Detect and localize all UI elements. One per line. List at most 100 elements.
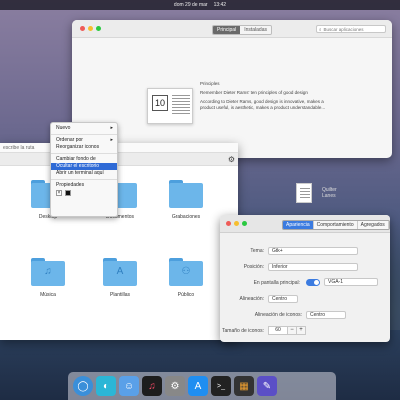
chevron-right-icon: ▸ (110, 137, 113, 143)
desktop-context-menu: Nuevo ▸ Ordenar por ▸ Reorganizar iconos… (50, 122, 118, 217)
dock-settings-window: Apariencia Comportamiento Agregados Tema… (220, 215, 390, 342)
tab-agregados[interactable]: Agregados (357, 221, 389, 229)
maximize-button[interactable] (96, 26, 101, 31)
menu-item-terminal[interactable]: Abrir un terminal aquí (51, 170, 117, 177)
app-banner-image[interactable]: 10 (147, 88, 193, 124)
theme-select[interactable]: Gtk+ (268, 247, 358, 255)
menu-separator (51, 134, 117, 135)
menu-item-propiedades[interactable]: Propiedades (51, 182, 117, 189)
alignment-select[interactable]: Centro (268, 295, 298, 303)
file-manager-window: escribe la ruta ⚙ Desktop Documentos Gra… (0, 143, 238, 340)
music-icon[interactable]: ♫ (142, 376, 162, 396)
app-title[interactable]: Principles (200, 81, 340, 87)
dock: ◯ ◐ ☺ ♫ ⚙ A >_ ▦ ✎ (68, 372, 336, 400)
menu-item-reorganizar[interactable]: Reorganizar iconos (51, 144, 117, 151)
icon-size-label: Tamaño de iconos: (222, 328, 264, 334)
tab-instaladas[interactable]: Instaladas (240, 26, 271, 34)
path-bar[interactable]: escribe la ruta (0, 143, 238, 153)
increment-button[interactable]: + (297, 326, 306, 335)
window-controls (80, 26, 101, 31)
browser-icon[interactable]: ◯ (73, 376, 93, 396)
folder-grabaciones[interactable]: Grabaciones (156, 180, 216, 220)
folder-musica[interactable]: ♫ Música (18, 258, 78, 298)
menu-item-cambiar-fondo[interactable]: Cambiar fondo de pantalla (51, 156, 117, 169)
tab-comportamiento[interactable]: Comportamiento (313, 221, 358, 229)
tab-apariencia[interactable]: Apariencia (283, 221, 314, 229)
settings-titlebar: Apariencia Comportamiento Agregados (220, 215, 390, 233)
app-description-line2: product useful, is aesthetic, makes a pr… (200, 105, 326, 110)
folder-label: Música (40, 292, 56, 298)
notes-icon[interactable]: ✎ (257, 376, 277, 396)
search-icon: ⌕ (319, 26, 322, 32)
menu-item-ordenar[interactable]: Ordenar por ▸ (51, 137, 117, 144)
position-label: Posición: (243, 264, 264, 270)
maximize-button[interactable] (242, 221, 247, 226)
menu-item-label: Nuevo (56, 125, 71, 131)
folder-label: Grabaciones (171, 214, 201, 220)
icon-alignment-label: Alineación de iconos: (254, 312, 302, 318)
monitor-icon[interactable]: ▦ (234, 376, 254, 396)
appstore-icon[interactable]: A (188, 376, 208, 396)
menu-separator (51, 179, 117, 180)
icon-color-options: × (51, 189, 117, 197)
desktop-file-line2: Lanes (322, 193, 336, 199)
app-center-window: Principal Instaladas ⌕ Buscar aplicacion… (72, 20, 392, 158)
folder-publico[interactable]: ⚇ Público (156, 258, 216, 298)
tab-principal[interactable]: Principal (213, 26, 241, 34)
settings-tabs: Apariencia Comportamiento Agregados (282, 220, 390, 230)
decrement-button[interactable]: − (288, 326, 297, 335)
primary-screen-label: En pantalla principal: (253, 280, 300, 286)
position-select[interactable]: Inferior (268, 263, 358, 271)
alignment-label: Alineación: (239, 296, 264, 302)
window-controls (226, 221, 247, 226)
music-folder-icon: ♫ (31, 258, 65, 286)
desktop-file-label[interactable]: Quilter Lanes (322, 187, 337, 199)
theme-label: Tema: (250, 248, 264, 254)
icon-alignment-select[interactable]: Centro (306, 311, 346, 319)
monitor-select[interactable]: VGA-1 (324, 278, 378, 286)
settings-icon[interactable]: ⚙ (165, 376, 185, 396)
close-button[interactable] (226, 221, 231, 226)
menu-item-nuevo[interactable]: Nuevo ▸ (51, 125, 117, 132)
search-input[interactable]: ⌕ Buscar aplicaciones (316, 25, 386, 33)
finder-icon[interactable]: ☺ (119, 376, 139, 396)
messages-icon[interactable]: ◐ (96, 376, 116, 396)
color-swatch-black[interactable] (65, 190, 71, 196)
document-icon[interactable] (296, 183, 312, 203)
app-description: According to Dieter Rams, good design is… (200, 99, 340, 111)
search-placeholder: Buscar aplicaciones (323, 26, 364, 32)
menu-item-label: Ocultar el escritorio (56, 163, 100, 169)
chevron-right-icon: ▸ (110, 125, 113, 131)
menu-item-label: Abrir un terminal aquí (56, 170, 104, 176)
app-description-line1: According to Dieter Rams, good design is… (200, 99, 324, 104)
folder-plantillas[interactable]: A Plantillas (90, 258, 150, 298)
menu-separator (51, 153, 117, 154)
time-label[interactable]: 13:42 (214, 2, 227, 8)
minimize-button[interactable] (88, 26, 93, 31)
top-bar: dom 29 de mar 13:42 (0, 0, 400, 10)
close-button[interactable] (80, 26, 85, 31)
view-switcher: Principal Instaladas (212, 25, 272, 35)
date-label[interactable]: dom 29 de mar (174, 2, 208, 8)
gear-icon[interactable]: ⚙ (228, 155, 235, 164)
recordings-folder-icon (169, 180, 203, 208)
icon-size-stepper[interactable]: 60 − + (268, 326, 306, 335)
menu-item-ocultar[interactable]: Ocultar el escritorio (51, 163, 117, 170)
banner-text-lines (172, 95, 190, 115)
public-folder-icon: ⚇ (169, 258, 203, 286)
terminal-icon[interactable]: >_ (211, 376, 231, 396)
app-center-titlebar: Principal Instaladas ⌕ Buscar aplicacion… (72, 20, 392, 38)
menu-item-label: Ordenar por (56, 137, 83, 143)
file-grid: Desktop Documentos Grabaciones ♫ Música … (0, 166, 238, 340)
folder-label: Plantillas (109, 292, 130, 298)
folder-label: Público (177, 292, 195, 298)
icon-size-value[interactable]: 60 (268, 326, 288, 335)
app-banner-text: Principles Remember Dieter Rams' ten pri… (200, 81, 340, 114)
file-manager-toolbar: ⚙ (0, 153, 238, 166)
banner-number: 10 (152, 95, 168, 111)
color-swatch-white[interactable]: × (56, 190, 62, 196)
primary-screen-toggle[interactable] (306, 279, 320, 286)
minimize-button[interactable] (234, 221, 239, 226)
templates-folder-icon: A (103, 258, 137, 286)
menu-item-label: Propiedades (56, 182, 85, 188)
